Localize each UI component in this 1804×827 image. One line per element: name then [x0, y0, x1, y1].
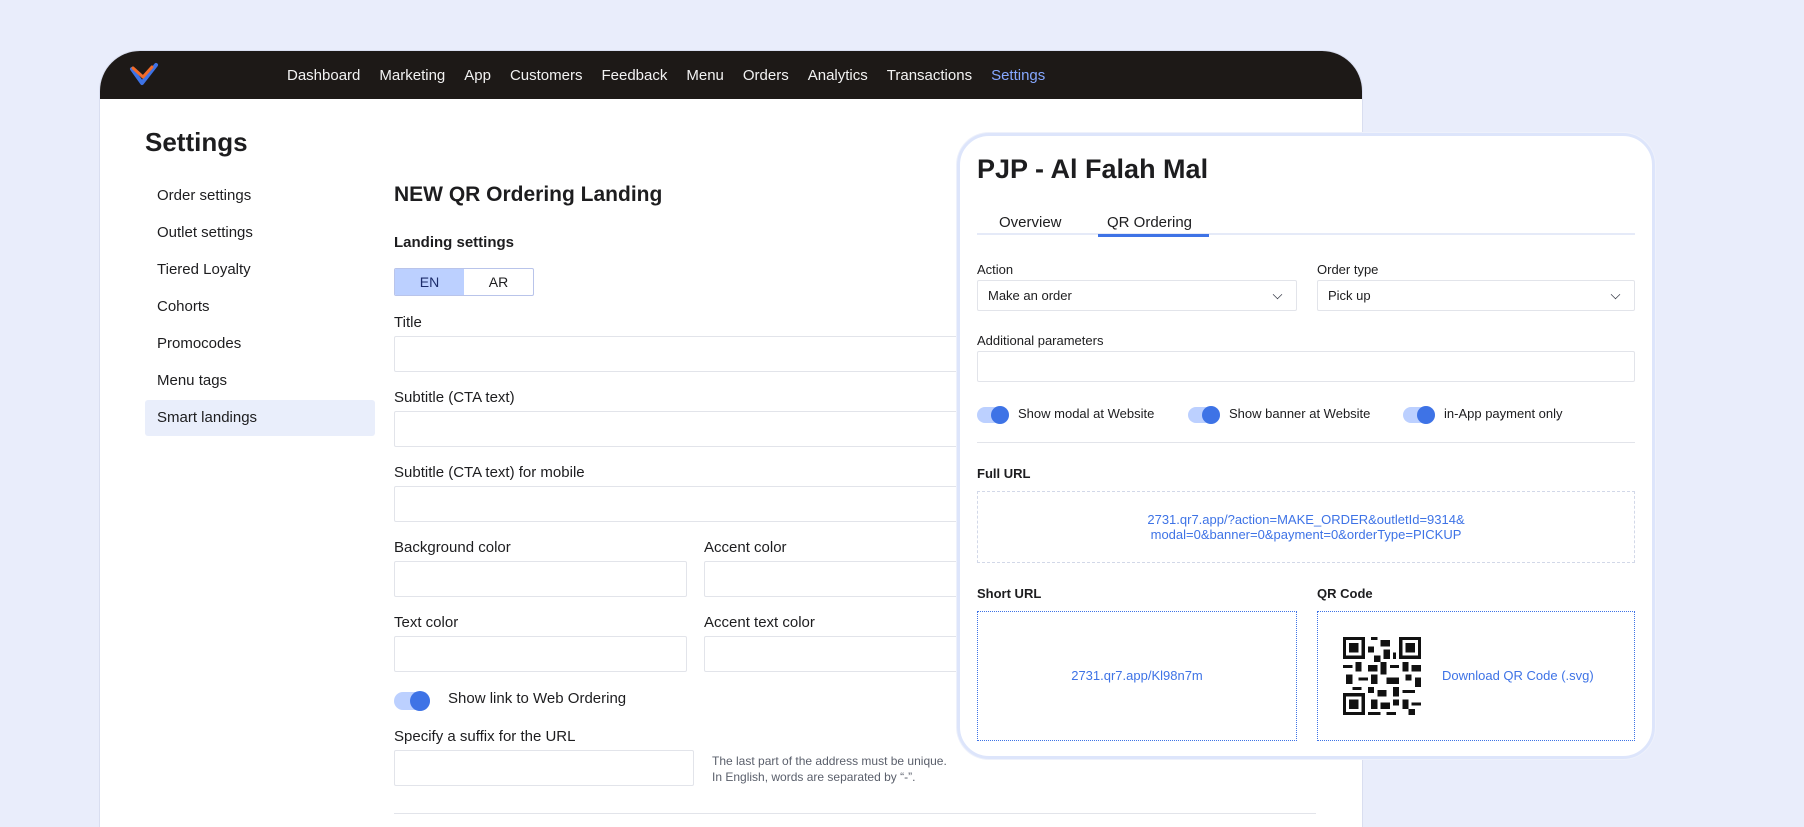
subtitle-label: Subtitle (CTA text)	[394, 389, 515, 406]
suffix-input[interactable]	[394, 750, 694, 786]
main-nav: Dashboard Marketing App Customers Feedba…	[287, 67, 1045, 84]
nav-item-orders[interactable]: Orders	[743, 67, 789, 84]
background-color-input[interactable]	[394, 561, 687, 597]
show-banner-toggle[interactable]	[1188, 406, 1220, 424]
nav-item-transactions[interactable]: Transactions	[887, 67, 972, 84]
nav-item-feedback[interactable]: Feedback	[601, 67, 667, 84]
show-modal-label: Show modal at Website	[1018, 406, 1155, 421]
additional-parameters-input[interactable]	[977, 351, 1635, 382]
lang-en-button[interactable]: EN	[395, 269, 464, 295]
suffix-hint-line-2: In English, words are separated by “-”.	[712, 770, 916, 784]
outlet-tabs: Overview QR Ordering	[977, 214, 1635, 237]
accent-color-label: Accent color	[704, 539, 787, 556]
language-switch: EN AR	[394, 268, 534, 296]
short-url-box: 2731.qr7.app/Kl98n7m	[977, 611, 1297, 741]
sidebar-item-promocodes[interactable]: Promocodes	[145, 326, 375, 362]
subtitle-mobile-label: Subtitle (CTA text) for mobile	[394, 464, 585, 481]
tab-overview[interactable]: Overview	[999, 214, 1062, 235]
full-url-line-1[interactable]: 2731.qr7.app/?action=MAKE_ORDER&outletId…	[978, 512, 1634, 527]
additional-parameters-label: Additional parameters	[977, 333, 1104, 348]
sidebar-item-order-settings[interactable]: Order settings	[145, 178, 375, 214]
tab-qr-ordering[interactable]: QR Ordering	[1098, 214, 1209, 237]
nav-item-menu[interactable]: Menu	[686, 67, 724, 84]
suffix-hint: The last part of the address must be uni…	[712, 753, 947, 785]
qr-code-label: QR Code	[1317, 586, 1373, 601]
nav-item-app[interactable]: App	[464, 67, 491, 84]
nav-item-customers[interactable]: Customers	[510, 67, 583, 84]
full-url-line-2[interactable]: modal=0&banner=0&payment=0&orderType=PIC…	[978, 527, 1634, 542]
subtitle-mobile-input[interactable]	[394, 486, 1004, 522]
subtitle-input[interactable]	[394, 411, 1004, 447]
web-ordering-toggle[interactable]	[394, 691, 430, 711]
nav-item-marketing[interactable]: Marketing	[379, 67, 445, 84]
panel-divider	[977, 442, 1635, 443]
in-app-payment-label: in-App payment only	[1444, 406, 1563, 421]
show-modal-toggle[interactable]	[977, 406, 1009, 424]
top-navigation-bar: Dashboard Marketing App Customers Feedba…	[100, 51, 1362, 99]
action-label: Action	[977, 262, 1014, 277]
nav-item-analytics[interactable]: Analytics	[808, 67, 868, 84]
landing-settings-heading: Landing settings	[394, 234, 514, 251]
text-color-label: Text color	[394, 614, 459, 631]
chevron-down-icon	[1610, 289, 1621, 300]
accent-text-color-label: Accent text color	[704, 614, 815, 631]
nav-item-settings[interactable]: Settings	[991, 67, 1045, 84]
sidebar-item-smart-landings[interactable]: Smart landings	[145, 400, 375, 436]
in-app-payment-toggle[interactable]	[1403, 406, 1435, 424]
show-banner-label: Show banner at Website	[1229, 406, 1371, 421]
form-title: NEW QR Ordering Landing	[394, 183, 663, 206]
background-color-label: Background color	[394, 539, 511, 556]
suffix-label: Specify a suffix for the URL	[394, 728, 576, 745]
nav-item-dashboard[interactable]: Dashboard	[287, 67, 360, 84]
order-type-label: Order type	[1317, 262, 1379, 277]
title-input[interactable]	[394, 336, 1004, 372]
full-url-label: Full URL	[977, 466, 1031, 481]
title-label: Title	[394, 314, 422, 331]
short-url-label: Short URL	[977, 586, 1042, 601]
web-ordering-toggle-label: Show link to Web Ordering	[448, 690, 627, 707]
sidebar-item-tiered-loyalty[interactable]: Tiered Loyalty	[145, 252, 375, 288]
lang-ar-button[interactable]: AR	[464, 269, 533, 295]
text-color-input[interactable]	[394, 636, 687, 672]
qr-code-icon	[1343, 637, 1421, 715]
qr-code-box: Download QR Code (.svg)	[1317, 611, 1635, 741]
sidebar-item-menu-tags[interactable]: Menu tags	[145, 363, 375, 399]
suffix-hint-line-1: The last part of the address must be uni…	[712, 754, 947, 768]
brand-logo-icon[interactable]	[128, 59, 160, 91]
form-divider	[394, 813, 1316, 814]
outlet-title: PJP - Al Falah Mal	[977, 154, 1209, 184]
outlet-qr-panel: PJP - Al Falah Mal Overview QR Ordering …	[957, 133, 1655, 759]
order-type-select-value: Pick up	[1328, 288, 1371, 303]
page-title: Settings	[145, 127, 248, 157]
full-url-box: 2731.qr7.app/?action=MAKE_ORDER&outletId…	[977, 491, 1635, 563]
sidebar-item-outlet-settings[interactable]: Outlet settings	[145, 215, 375, 251]
download-qr-link[interactable]: Download QR Code (.svg)	[1442, 668, 1594, 683]
order-type-select[interactable]: Pick up	[1317, 280, 1635, 311]
short-url-link[interactable]: 2731.qr7.app/Kl98n7m	[978, 668, 1296, 683]
action-select[interactable]: Make an order	[977, 280, 1297, 311]
chevron-down-icon	[1272, 289, 1283, 300]
settings-sidebar: Order settings Outlet settings Tiered Lo…	[145, 178, 375, 437]
full-url-text[interactable]: 2731.qr7.app/?action=MAKE_ORDER&outletId…	[978, 512, 1634, 542]
action-select-value: Make an order	[988, 288, 1072, 303]
sidebar-item-cohorts[interactable]: Cohorts	[145, 289, 375, 325]
